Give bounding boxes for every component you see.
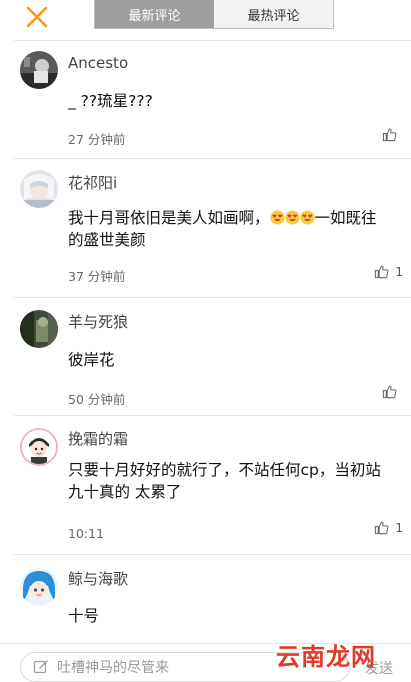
comment-text: 十号 <box>68 607 100 625</box>
comment-text: 彼岸花 <box>68 351 115 369</box>
tab-hottest-comments[interactable]: 最热评论 <box>214 0 333 28</box>
like-button[interactable]: 1 <box>374 264 403 279</box>
commenter-name[interactable]: Ancesto <box>68 53 411 73</box>
heart-eyes-emoji-icon <box>284 210 300 225</box>
avatar[interactable] <box>20 51 58 89</box>
comment-item: 鲸与海歌 十号 <box>14 554 411 642</box>
comment-item: 挽霜的霜 只要十月好好的就行了，不站任何cp，当初站九十真的 太累了 10:11… <box>14 415 411 554</box>
heart-eyes-emoji-icon <box>269 210 285 225</box>
avatar[interactable] <box>20 170 58 208</box>
thumbs-up-icon <box>375 521 389 535</box>
comment-item: 花祁阳i 我十月哥依旧是美人如画啊， 一如既往的盛世美颜 37 分钟前 1 <box>14 158 411 297</box>
comment-input-placeholder: 吐槽神马的尽管来 <box>57 660 169 676</box>
avatar[interactable] <box>20 428 58 466</box>
close-icon[interactable] <box>24 4 50 30</box>
like-button[interactable] <box>382 127 403 142</box>
heart-eyes-emoji-icon <box>299 210 315 225</box>
comment-time: 50 分钟前 <box>68 392 126 407</box>
comment-time: 37 分钟前 <box>68 269 126 284</box>
comment-time: 27 分钟前 <box>68 132 126 147</box>
avatar-photo-dark-green-icon <box>20 310 58 348</box>
commenter-name[interactable]: 挽霜的霜 <box>68 429 411 449</box>
avatar[interactable] <box>20 568 58 606</box>
avatar[interactable] <box>20 310 58 348</box>
avatar-anime-blue-hair-icon <box>20 568 58 606</box>
commenter-name[interactable]: 花祁阳i <box>68 173 411 193</box>
comment-item: 羊与死狼 彼岸花 50 分钟前 <box>14 297 411 415</box>
comment-time: 10:11 <box>68 526 105 541</box>
like-count: 1 <box>395 264 403 279</box>
header: 最新评论 最热评论 <box>0 0 411 40</box>
commenter-name[interactable]: 鲸与海歌 <box>68 569 411 589</box>
comment-item: Ancesto _ ??琉星??? 27 分钟前 <box>14 40 411 158</box>
comment-text: 只要十月好好的就行了，不站任何cp，当初站九十真的 太累了 <box>68 461 381 501</box>
site-watermark: 云南龙网 <box>276 642 376 671</box>
like-button[interactable] <box>382 384 403 399</box>
avatar-photo-dark-icon <box>20 51 58 89</box>
thumbs-up-icon <box>382 385 397 399</box>
commenter-name[interactable]: 羊与死狼 <box>68 312 411 332</box>
tab-latest-comments[interactable]: 最新评论 <box>95 0 214 28</box>
avatar-photo-anime-white-icon <box>20 170 58 208</box>
like-button[interactable]: 1 <box>374 520 403 535</box>
comment-list: Ancesto _ ??琉星??? 27 分钟前 花祁阳i 我十月哥依旧是美人如 <box>0 40 411 642</box>
thumbs-up-icon <box>375 265 389 279</box>
comment-sort-tabs: 最新评论 最热评论 <box>94 0 334 29</box>
comment-text: 我十月哥依旧是美人如画啊， 一如既往的盛世美颜 <box>68 209 377 249</box>
comment-text: _ ??琉星??? <box>68 92 153 110</box>
avatar-cartoon-boy-icon <box>22 430 56 464</box>
thumbs-up-icon <box>382 128 397 142</box>
edit-icon <box>33 660 48 674</box>
like-count: 1 <box>395 520 403 535</box>
